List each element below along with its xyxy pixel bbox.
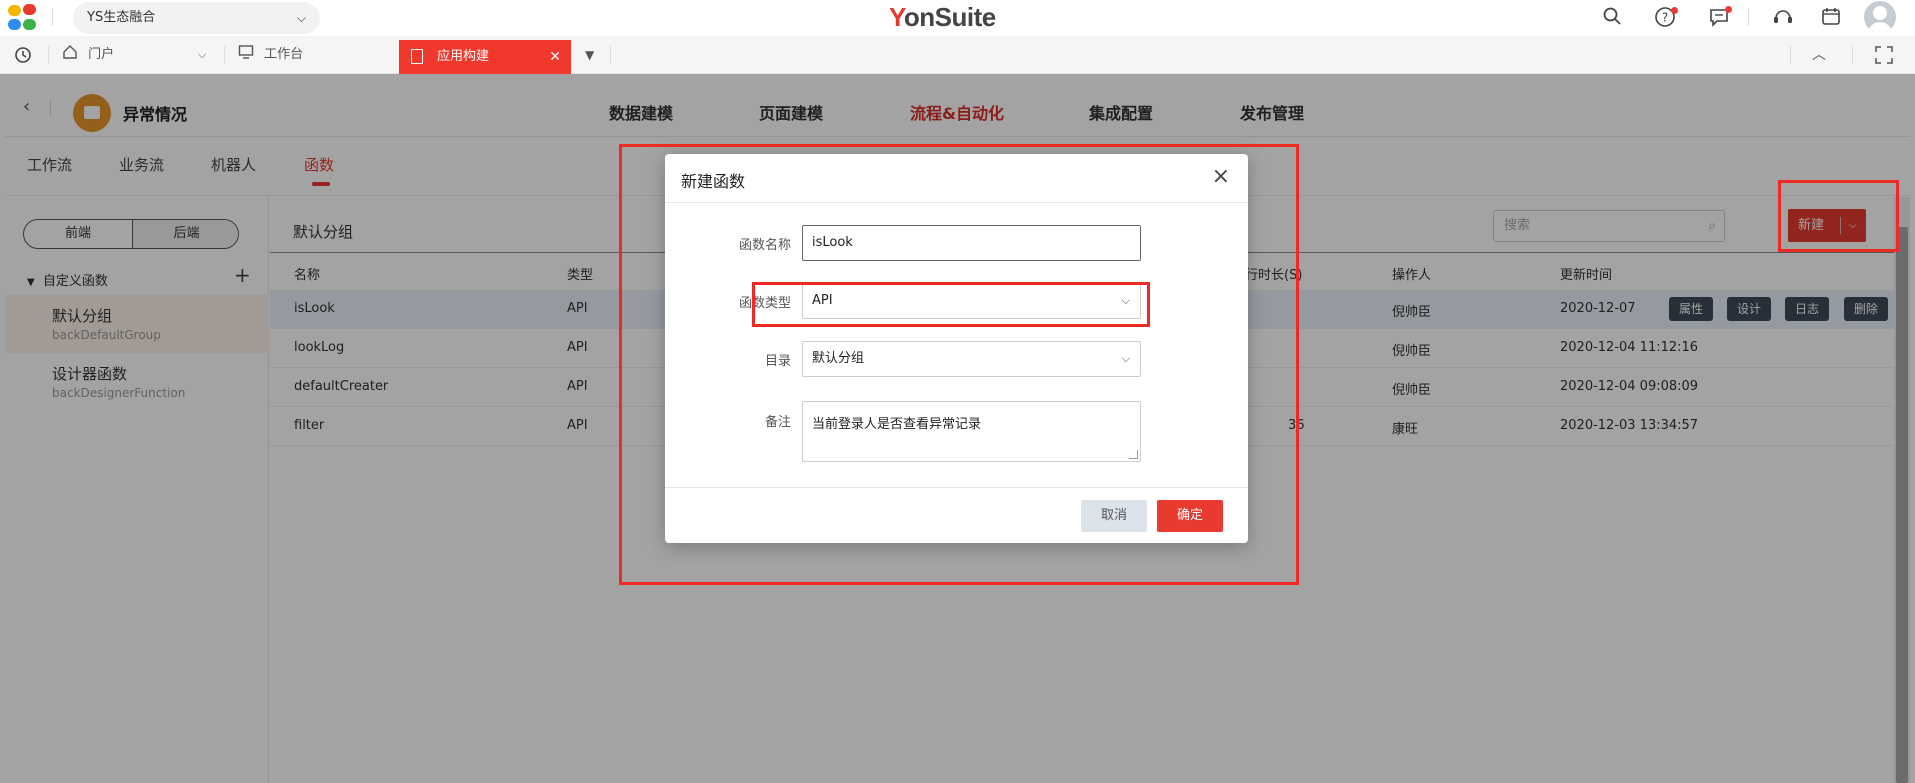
message-notification-dot <box>1725 6 1732 13</box>
tab-portal[interactable]: 门户 <box>62 36 114 74</box>
annotation-box-dialog <box>619 144 1299 585</box>
chevron-up-icon[interactable]: ︿ <box>1812 36 1826 74</box>
annotation-box-new-button <box>1778 180 1899 252</box>
history-icon[interactable] <box>14 36 32 74</box>
tab-app-builder[interactable]: 应用构建 ✕ <box>399 40 571 74</box>
org-selector[interactable]: YS生态融合 ⌵ <box>73 2 320 34</box>
tab-menu-caret-icon[interactable]: ▼ <box>585 36 594 74</box>
document-icon <box>411 49 423 64</box>
svg-text:?: ? <box>1662 11 1668 25</box>
org-selector-label: YS生态融合 <box>87 10 156 25</box>
app-logo-icon[interactable] <box>8 4 38 32</box>
help-notification-dot <box>1671 7 1678 14</box>
divider <box>610 46 611 64</box>
annotation-box-function-type <box>752 282 1150 327</box>
tab-app-builder-label: 应用构建 <box>437 49 490 64</box>
search-icon[interactable] <box>1600 6 1624 30</box>
tab-workbench-label: 工作台 <box>264 47 304 62</box>
top-bar: YS生态融合 ⌵ YonSuite ? <box>0 0 1915 36</box>
fullscreen-icon[interactable] <box>1875 36 1893 74</box>
tab-workbench[interactable]: 工作台 <box>238 36 303 74</box>
divider <box>1748 8 1749 26</box>
divider <box>224 46 225 64</box>
customer-service-icon[interactable] <box>1771 6 1795 30</box>
close-tab-icon[interactable]: ✕ <box>549 40 561 74</box>
divider <box>1790 46 1791 64</box>
brand-logo: YonSuite <box>889 2 996 32</box>
divider <box>1852 46 1853 64</box>
chevron-down-icon[interactable]: ⌵ <box>198 36 206 74</box>
divider <box>48 46 49 64</box>
calendar-icon[interactable] <box>1819 6 1843 30</box>
chevron-down-icon: ⌵ <box>296 11 306 25</box>
tab-portal-label: 门户 <box>88 47 115 62</box>
tab-bar: 门户 ⌵ 工作台 应用构建 ✕ ▼ ︿ <box>0 36 1915 74</box>
user-avatar[interactable] <box>1864 1 1896 33</box>
divider <box>52 8 53 26</box>
